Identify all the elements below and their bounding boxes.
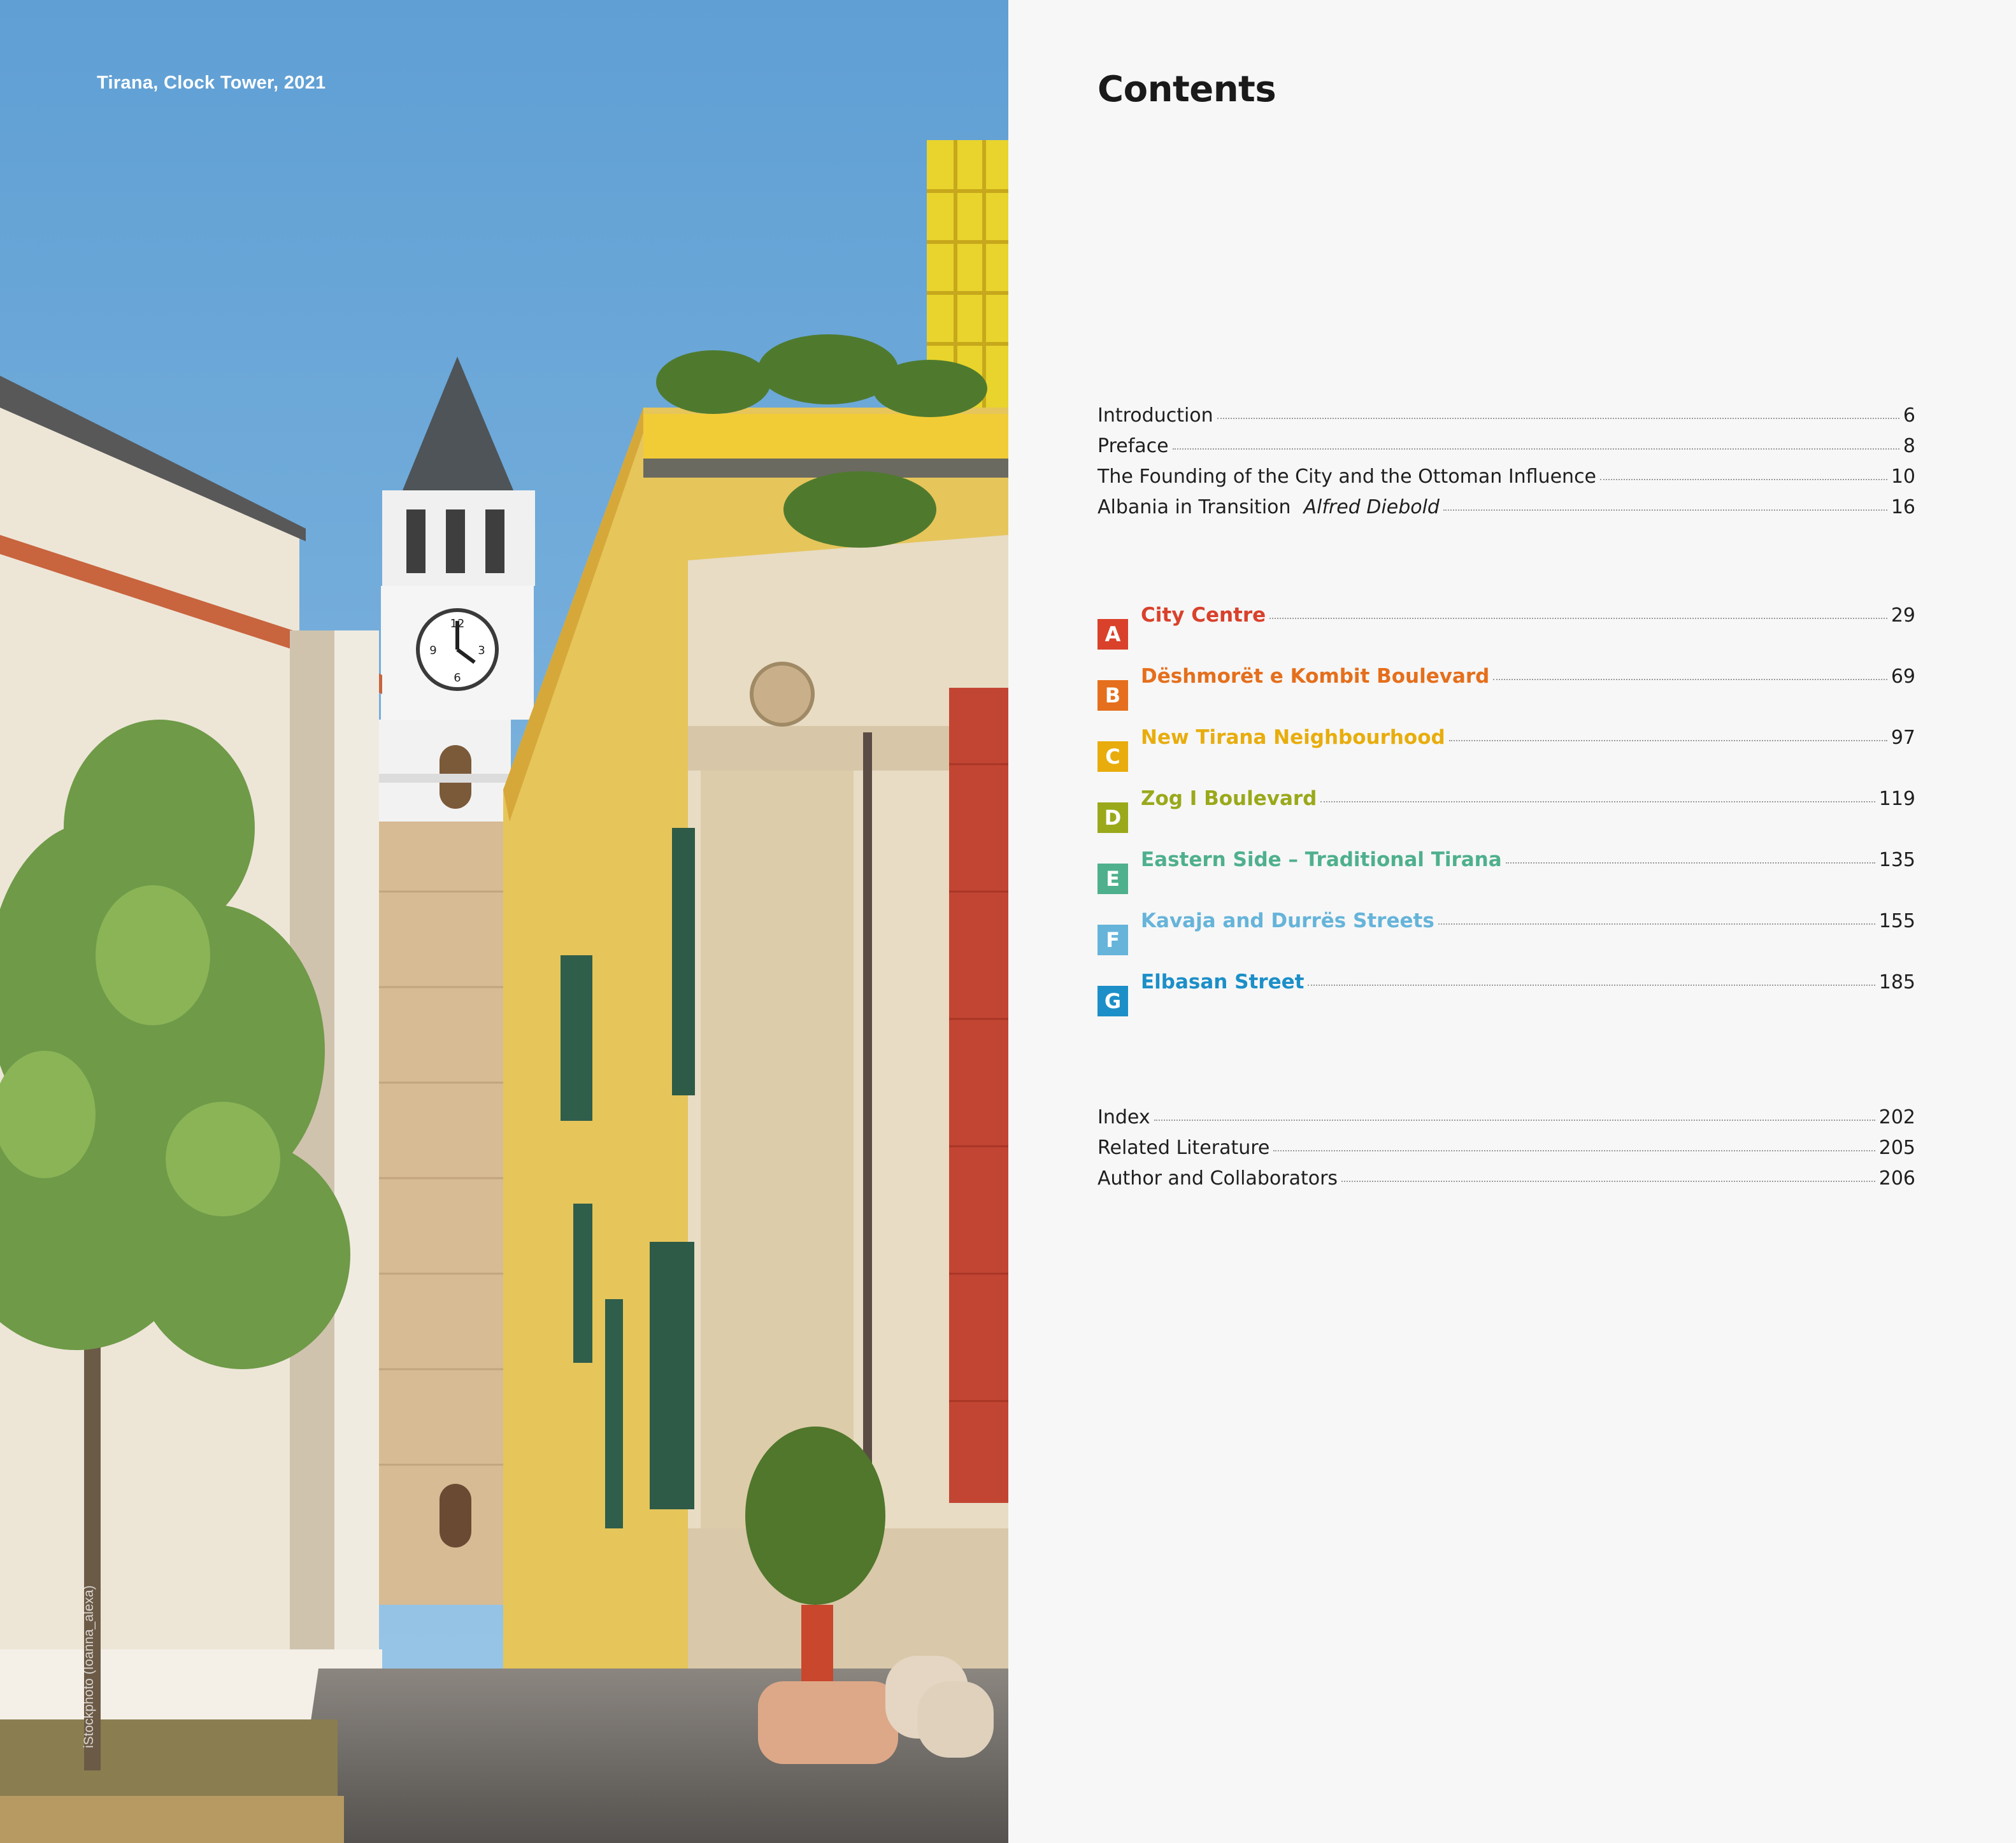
chapter-page: 97: [1891, 727, 1915, 749]
chapter-letter-badge: G: [1097, 986, 1128, 1016]
chapter-letter-badge: B: [1097, 680, 1128, 711]
chapter-entry-b[interactable]: B Dëshmorët e Kombit Boulevard 69: [1097, 665, 1915, 726]
chapter-letter-badge: F: [1097, 925, 1128, 955]
dot-leader: [1273, 1150, 1875, 1151]
chapter-label: New Tirana Neighbourhood: [1141, 726, 1445, 749]
toc-entry[interactable]: Index 202: [1097, 1106, 1915, 1137]
toc-entry-page: 6: [1903, 404, 1915, 427]
dot-leader: [1320, 801, 1875, 802]
chapter-page: 135: [1878, 849, 1915, 871]
toc-entry[interactable]: The Founding of the City and the Ottoman…: [1097, 466, 1915, 496]
chapter-page: 155: [1878, 910, 1915, 932]
dot-leader: [1154, 1120, 1875, 1121]
toc-entry-page: 206: [1878, 1167, 1915, 1190]
clock-numeral-3: 3: [478, 644, 485, 657]
chapter-letter-badge: E: [1097, 864, 1128, 894]
chapter-letter-badge: D: [1097, 802, 1128, 833]
chapter-letter-badge: A: [1097, 619, 1128, 650]
chapter-page: 119: [1878, 788, 1915, 810]
toc-entry-label: Preface: [1097, 435, 1169, 457]
dot-leader: [1448, 740, 1887, 741]
chapter-page: 29: [1891, 604, 1915, 627]
chapter-label: Elbasan Street: [1141, 971, 1305, 993]
dot-leader: [1443, 509, 1887, 511]
dot-leader: [1341, 1181, 1875, 1182]
chapter-letter-badge: C: [1097, 741, 1128, 772]
chapter-label: Kavaja and Durrës Streets: [1141, 909, 1434, 932]
chapter-label: Eastern Side – Traditional Tirana: [1141, 848, 1502, 871]
chapter-label: City Centre: [1141, 604, 1266, 627]
dot-leader: [1600, 479, 1887, 480]
toc-entry-label: Introduction: [1097, 404, 1213, 427]
toc-entry-author: Alfred Diebold: [1303, 496, 1440, 518]
chapter-label: Dëshmorët e Kombit Boulevard: [1141, 665, 1490, 688]
chapter-entry-g[interactable]: G Elbasan Street 185: [1097, 971, 1915, 1032]
chapter-entry-e[interactable]: E Eastern Side – Traditional Tirana 135: [1097, 848, 1915, 909]
dot-leader: [1308, 985, 1875, 986]
photo-credit: iStockphoto (Ioanna_alexa): [82, 1585, 96, 1748]
toc-entry[interactable]: Preface 8: [1097, 435, 1915, 466]
dot-leader: [1505, 862, 1875, 864]
toc-entry[interactable]: Author and Collaborators 206: [1097, 1167, 1915, 1198]
chapter-entry-d[interactable]: D Zog I Boulevard 119: [1097, 787, 1915, 848]
back-matter-list: Index 202 Related Literature 205 Author …: [1097, 1106, 1915, 1198]
photo-page: 12 3 6 9 Tirana, Clock Tower, 2021 iStoc…: [0, 0, 1008, 1843]
toc-entry-label: Index: [1097, 1106, 1150, 1128]
chapter-page: 69: [1891, 665, 1915, 688]
toc-entry-page: 8: [1903, 435, 1915, 457]
dot-leader: [1217, 418, 1899, 419]
toc-entry-page: 205: [1878, 1137, 1915, 1159]
toc-entry-label: Author and Collaborators: [1097, 1167, 1338, 1190]
toc-entry-page: 16: [1891, 496, 1915, 518]
toc-entry-label: Related Literature: [1097, 1137, 1270, 1159]
contents-page: Contents Introduction 6 Preface 8 The Fo…: [1008, 0, 2016, 1843]
clock-tower-photo: 12 3 6 9: [0, 0, 1008, 1843]
toc-entry-page: 202: [1878, 1106, 1915, 1128]
toc-entry[interactable]: Albania in Transition Alfred Diebold 16: [1097, 496, 1915, 527]
toc-entry[interactable]: Related Literature 205: [1097, 1137, 1915, 1167]
chapter-list: A City Centre 29 B Dëshmorët e Kombit Bo…: [1097, 604, 1915, 1032]
page-title: Contents: [1097, 69, 1276, 110]
toc-entry-label: The Founding of the City and the Ottoman…: [1097, 466, 1597, 488]
dot-leader: [1493, 679, 1887, 680]
toc-entry[interactable]: Introduction 6: [1097, 404, 1915, 435]
front-matter-list: Introduction 6 Preface 8 The Founding of…: [1097, 404, 1915, 527]
photo-caption: Tirana, Clock Tower, 2021: [97, 73, 326, 93]
toc-entry-page: 10: [1891, 466, 1915, 488]
chapter-page: 185: [1878, 971, 1915, 993]
chapter-entry-a[interactable]: A City Centre 29: [1097, 604, 1915, 665]
toc-entry-label: Albania in Transition: [1097, 496, 1291, 518]
clock-numeral-9: 9: [429, 644, 436, 657]
dot-leader: [1172, 448, 1899, 450]
clock-numeral-12: 12: [450, 617, 465, 630]
chapter-entry-c[interactable]: C New Tirana Neighbourhood 97: [1097, 726, 1915, 787]
chapter-label: Zog I Boulevard: [1141, 787, 1317, 810]
clock-numeral-6: 6: [454, 671, 461, 685]
dot-leader: [1438, 923, 1875, 925]
dot-leader: [1269, 618, 1887, 619]
chapter-entry-f[interactable]: F Kavaja and Durrës Streets 155: [1097, 909, 1915, 971]
